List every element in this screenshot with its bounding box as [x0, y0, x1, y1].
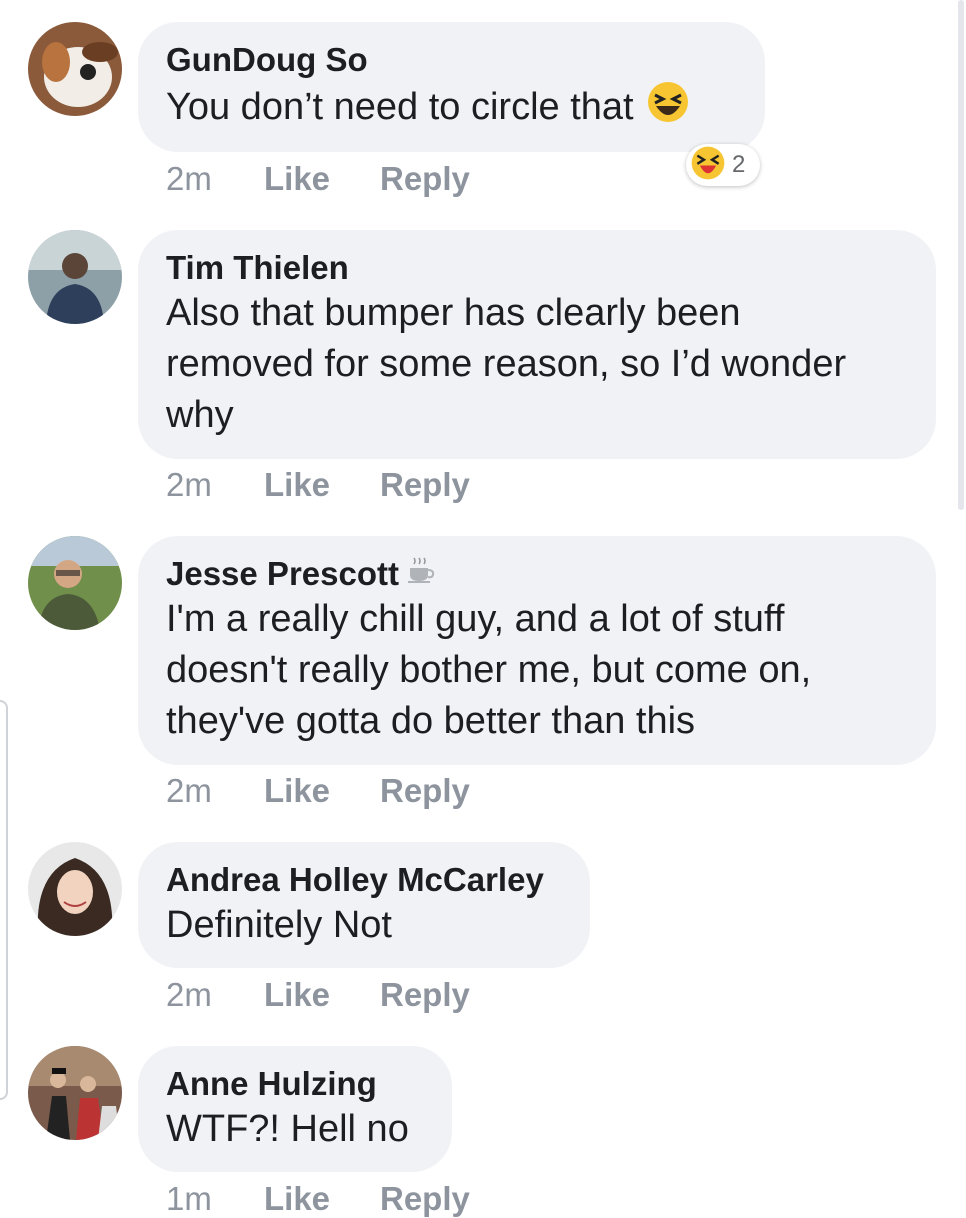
comment-text-content: You don’t need to circle that	[166, 86, 634, 129]
comment-actions: 2m Like Reply	[166, 976, 470, 1014]
comment-bubble: GunDoug So You don’t need to circle that	[138, 22, 765, 152]
comment-text-line: removed for some reason, so I’d wonder	[166, 343, 847, 385]
comment-bubble: Andrea Holley McCarley Definitely Not	[138, 842, 590, 968]
like-button[interactable]: Like	[264, 466, 380, 504]
timestamp[interactable]: 1m	[166, 1180, 264, 1218]
author-name-text[interactable]: Jesse Prescott	[166, 554, 399, 594]
like-button[interactable]: Like	[264, 772, 380, 810]
edge-handle	[0, 700, 8, 1100]
reaction-count: 2	[732, 151, 746, 178]
comment-actions: 2m Like Reply	[166, 772, 470, 810]
author-name[interactable]: Anne Hulzing	[166, 1064, 424, 1104]
reply-button[interactable]: Reply	[380, 466, 470, 504]
comment-text-line: they've gotta do better than this	[166, 700, 696, 742]
comment-text: Definitely Not	[166, 904, 392, 946]
author-name-text[interactable]: Andrea Holley McCarley	[166, 860, 544, 900]
avatar[interactable]	[28, 230, 122, 324]
author-name-text[interactable]: GunDoug So	[166, 40, 368, 80]
comment-text-line: I'm a really chill guy, and a lot of stu…	[166, 598, 785, 640]
reply-button[interactable]: Reply	[380, 976, 470, 1014]
like-button[interactable]: Like	[264, 1180, 380, 1218]
reply-button[interactable]: Reply	[380, 160, 470, 198]
comment-bubble: Tim Thielen Also that bumper has clearly…	[138, 230, 936, 459]
timestamp[interactable]: 2m	[166, 772, 264, 810]
author-name[interactable]: Andrea Holley McCarley	[166, 860, 562, 900]
comment-text: I'm a really chill guy, and a lot of stu…	[166, 594, 908, 747]
comment-text: You don’t need to circle that	[166, 80, 737, 138]
timestamp[interactable]: 2m	[166, 976, 264, 1014]
laugh-emoji-icon	[646, 80, 690, 138]
comment-bubble: Anne Hulzing WTF?! Hell no	[138, 1046, 452, 1172]
reaction-badge[interactable]: 2	[686, 144, 760, 186]
avatar-man-image	[28, 230, 122, 324]
avatar-woman-image	[28, 842, 122, 936]
avatar-dog-image	[28, 22, 122, 116]
avatar[interactable]	[28, 22, 122, 116]
timestamp[interactable]: 2m	[166, 466, 264, 504]
coffee-icon	[405, 554, 435, 594]
reply-button[interactable]: Reply	[380, 772, 470, 810]
author-name[interactable]: Jesse Prescott	[166, 554, 908, 594]
comment-actions: 2m Like Reply	[166, 160, 470, 198]
avatar[interactable]	[28, 536, 122, 630]
comment-text: WTF?! Hell no	[166, 1108, 409, 1150]
avatar-group-image	[28, 1046, 122, 1140]
comment-text-line: why	[166, 394, 234, 436]
timestamp[interactable]: 2m	[166, 160, 264, 198]
avatar[interactable]	[28, 842, 122, 936]
like-button[interactable]: Like	[264, 976, 380, 1014]
avatar-man-outdoor-image	[28, 536, 122, 630]
author-name-text[interactable]: Anne Hulzing	[166, 1064, 377, 1104]
comment-actions: 1m Like Reply	[166, 1180, 470, 1218]
reply-button[interactable]: Reply	[380, 1180, 470, 1218]
comment-actions: 2m Like Reply	[166, 466, 470, 504]
scrollbar[interactable]	[958, 0, 964, 510]
comment-text: Also that bumper has clearly been remove…	[166, 288, 908, 441]
author-name[interactable]: Tim Thielen	[166, 248, 908, 288]
avatar[interactable]	[28, 1046, 122, 1140]
laugh-emoji-icon	[690, 145, 726, 186]
author-name-text[interactable]: Tim Thielen	[166, 248, 349, 288]
like-button[interactable]: Like	[264, 160, 380, 198]
author-name[interactable]: GunDoug So	[166, 40, 737, 80]
comment-text-line: doesn't really bother me, but come on,	[166, 649, 812, 691]
comment-bubble: Jesse Prescott I'm a really chill guy, a…	[138, 536, 936, 765]
comment-text-line: Also that bumper has clearly been	[166, 292, 741, 334]
